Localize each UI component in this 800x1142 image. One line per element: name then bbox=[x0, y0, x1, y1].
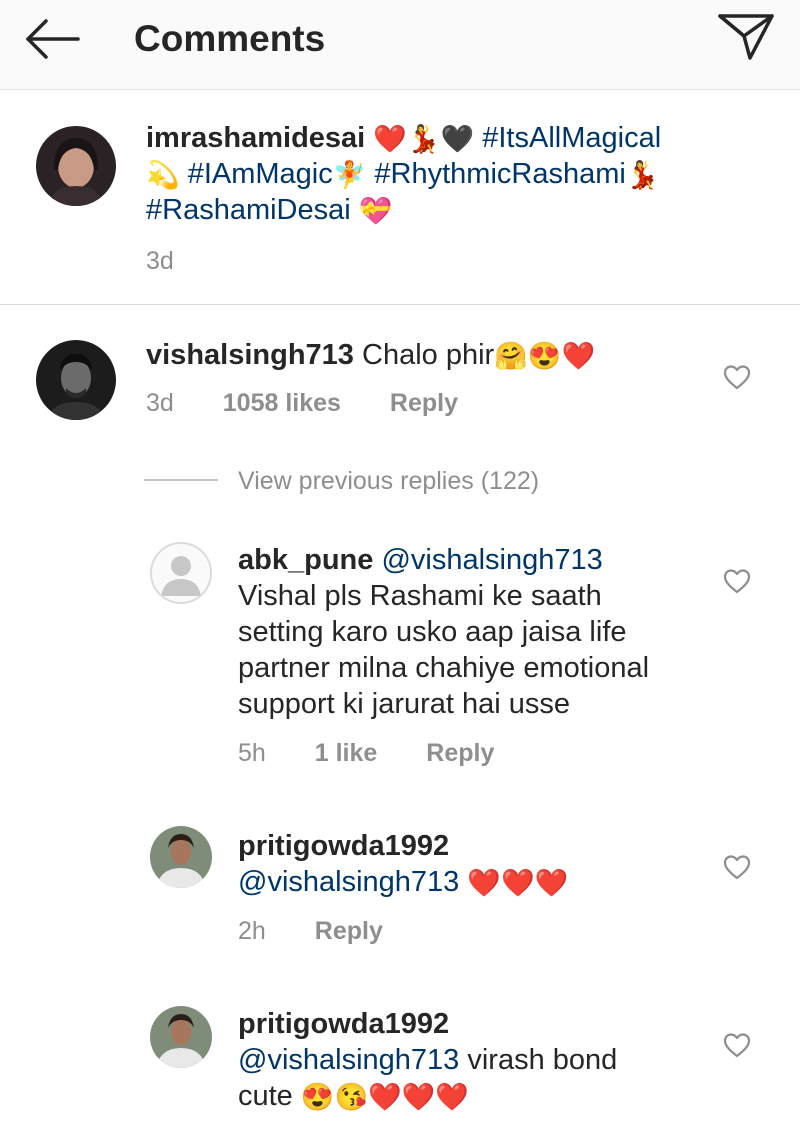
hashtag-link[interactable]: #ItsAllMagical bbox=[482, 122, 661, 154]
heart-emojis: 😍😘❤️❤️❤️ bbox=[300, 1082, 469, 1113]
dancer-emoji: 💃 bbox=[625, 160, 660, 191]
arrow-left-icon bbox=[26, 19, 80, 59]
likes-count[interactable]: 1 like bbox=[315, 739, 378, 767]
heart-outline-icon bbox=[723, 365, 751, 390]
comment-text: vishalsingh713 Chalo phir🤗😍❤️ bbox=[146, 337, 706, 373]
reply-button[interactable]: Reply bbox=[426, 739, 494, 767]
reply-username[interactable]: pritigowda1992 bbox=[238, 830, 449, 862]
reply-text: pritigowda1992 @vishalsingh713 virash bo… bbox=[238, 1006, 708, 1114]
black-heart-emoji: 🖤 bbox=[440, 124, 475, 155]
hashtag-link[interactable]: #RashamiDesai bbox=[146, 194, 351, 226]
red-heart-emoji: ❤️ bbox=[561, 341, 596, 372]
reply-timestamp: 2h bbox=[238, 917, 266, 945]
comment-timestamp: 3d bbox=[146, 389, 174, 417]
like-button[interactable] bbox=[722, 852, 752, 882]
reply-button[interactable]: Reply bbox=[390, 389, 458, 417]
mention-link[interactable]: @vishalsingh713 bbox=[238, 866, 459, 898]
mention-link[interactable]: @vishalsingh713 bbox=[238, 1044, 459, 1076]
dizzy-emoji: 💫 bbox=[146, 160, 180, 191]
like-button[interactable] bbox=[722, 362, 752, 392]
comment-meta: 3d 1058 likes Reply bbox=[146, 388, 500, 418]
reply-meta: 2h Reply bbox=[238, 916, 425, 946]
heart-outline-icon bbox=[723, 1033, 751, 1058]
reply-text: pritigowda1992 @vishalsingh713 ❤️❤️❤️ bbox=[238, 828, 708, 900]
view-previous-replies-label: View previous replies (122) bbox=[238, 467, 540, 495]
reply-body: cute bbox=[238, 1080, 293, 1112]
back-button[interactable] bbox=[22, 14, 84, 64]
reply-username[interactable]: abk_pune bbox=[238, 544, 373, 576]
reply-meta: 5h 1 like Reply bbox=[238, 738, 536, 768]
reply-body-line: partner milna chahiye emotional bbox=[238, 652, 650, 684]
comment-username[interactable]: vishalsingh713 bbox=[146, 339, 354, 371]
reply-body-line: support ki jarurat hai usse bbox=[238, 688, 571, 720]
reply-button[interactable]: Reply bbox=[315, 917, 383, 945]
reply-username[interactable]: pritigowda1992 bbox=[238, 1008, 449, 1040]
comment-author-avatar[interactable] bbox=[36, 340, 116, 420]
like-button[interactable] bbox=[722, 1030, 752, 1060]
page-title: Comments bbox=[134, 18, 326, 59]
paper-plane-icon bbox=[718, 14, 774, 60]
share-button[interactable] bbox=[714, 8, 778, 64]
hugging-face-emoji: 🤗 bbox=[494, 341, 528, 372]
heart-outline-icon bbox=[723, 569, 751, 594]
fairy-emoji: 🧚 bbox=[332, 160, 367, 191]
reply-body: virash bond bbox=[467, 1044, 618, 1076]
default-user-icon bbox=[161, 556, 201, 596]
heart-outline-icon bbox=[723, 855, 751, 880]
comment-body: Chalo phir bbox=[362, 339, 495, 371]
dancer-emoji: 💃 bbox=[406, 124, 441, 155]
reply-author-avatar[interactable] bbox=[150, 542, 212, 604]
reply-body-line: Vishal pls Rashami ke saath bbox=[238, 580, 602, 612]
like-button[interactable] bbox=[722, 566, 752, 596]
likes-count[interactable]: 1058 likes bbox=[223, 389, 341, 417]
hashtag-link[interactable]: #IAmMagic bbox=[188, 158, 333, 190]
reply-author-avatar[interactable] bbox=[150, 1006, 212, 1068]
section-divider bbox=[0, 304, 800, 305]
heart-ribbon-emoji: 💝 bbox=[358, 196, 393, 227]
reply-text: abk_pune @vishalsingh713 Vishal pls Rash… bbox=[238, 542, 708, 722]
caption-timestamp: 3d bbox=[146, 247, 174, 275]
reply-body-line: setting karo usko aap jaisa life bbox=[238, 616, 627, 648]
reply-author-avatar[interactable] bbox=[150, 826, 212, 888]
reply-timestamp: 5h bbox=[238, 739, 266, 767]
replies-line bbox=[144, 479, 218, 481]
hashtag-link[interactable]: #RhythmicRashami bbox=[374, 158, 625, 190]
caption-text: imrashamidesai ❤️💃🖤 #ItsAllMagical 💫 #IA… bbox=[146, 120, 766, 228]
header-bar: Comments bbox=[0, 0, 800, 90]
red-hearts-emoji: ❤️❤️❤️ bbox=[467, 868, 569, 899]
caption-username[interactable]: imrashamidesai bbox=[146, 122, 365, 154]
red-heart-emoji: ❤️ bbox=[373, 124, 407, 155]
mention-link[interactable]: @vishalsingh713 bbox=[381, 544, 602, 576]
caption-author-avatar[interactable] bbox=[36, 126, 116, 206]
heart-eyes-emoji: 😍 bbox=[527, 341, 562, 372]
